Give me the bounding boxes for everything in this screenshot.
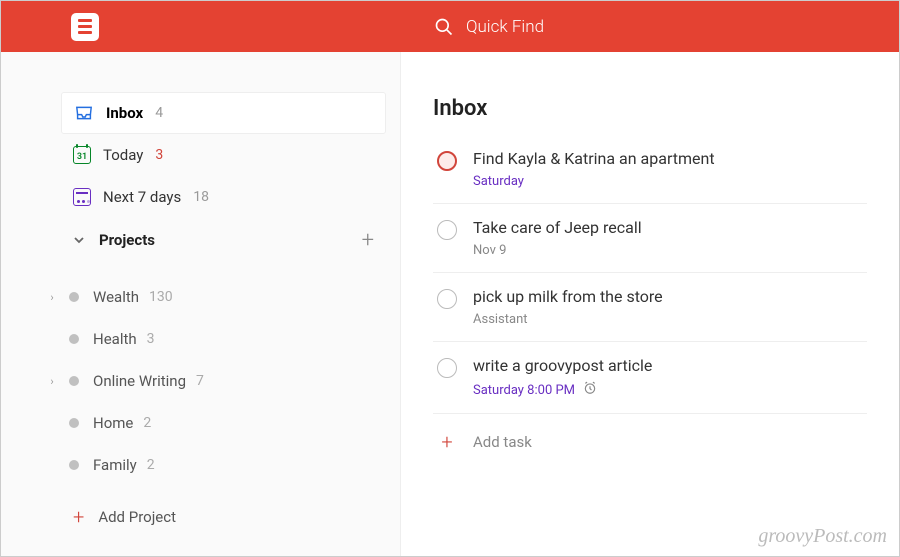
task-due-date: Saturday — [473, 174, 867, 189]
task-checkbox[interactable] — [437, 220, 457, 240]
plus-icon: + — [437, 430, 457, 454]
next-7-days-icon — [73, 188, 91, 206]
search-icon — [434, 17, 454, 37]
view-count: 4 — [155, 105, 163, 121]
project-count: 2 — [143, 415, 151, 431]
view-count: 3 — [155, 147, 163, 163]
watermark: groovyPost.com — [758, 525, 887, 548]
body: Inbox 4 31 Today 3 Next 7 days 18 Projec… — [1, 52, 899, 556]
add-project-label: Add Project — [98, 508, 176, 526]
task-body: write a groovypost article Saturday 8:00… — [473, 356, 867, 399]
view-count: 18 — [193, 189, 209, 205]
sidebar-project-health[interactable]: Health 3 — [45, 318, 386, 360]
project-color-dot — [69, 376, 79, 386]
sidebar-project-online-writing[interactable]: › Online Writing 7 — [45, 360, 386, 402]
view-list: Inbox 4 31 Today 3 Next 7 days 18 — [1, 92, 400, 218]
plus-icon: + — [73, 505, 84, 529]
task-title: pick up milk from the store — [473, 287, 867, 306]
sidebar-project-home[interactable]: Home 2 — [45, 402, 386, 444]
sidebar-project-family[interactable]: Family 2 — [45, 444, 386, 486]
app-window: Quick Find Inbox 4 31 Today 3 Next 7 day… — [0, 0, 900, 557]
task-title: Take care of Jeep recall — [473, 218, 867, 237]
view-label: Next 7 days — [103, 188, 181, 206]
task-due-date: Nov 9 — [473, 243, 867, 258]
task-checkbox[interactable] — [437, 289, 457, 309]
sidebar: Inbox 4 31 Today 3 Next 7 days 18 Projec… — [1, 52, 401, 556]
quick-find-placeholder: Quick Find — [466, 17, 544, 37]
page-title: Inbox — [433, 96, 867, 121]
task-row[interactable]: Take care of Jeep recall Nov 9 — [433, 204, 867, 273]
task-body: Find Kayla & Katrina an apartment Saturd… — [473, 149, 867, 189]
project-color-dot — [69, 460, 79, 470]
project-count: 2 — [147, 457, 155, 473]
task-title: write a groovypost article — [473, 356, 867, 375]
chevron-right-icon[interactable]: › — [45, 375, 59, 388]
chevron-down-icon — [73, 231, 85, 250]
main-content: Inbox Find Kayla & Katrina an apartment … — [401, 52, 899, 556]
project-label: Online Writing — [93, 372, 186, 390]
task-project-tag: Assistant — [473, 312, 867, 327]
app-logo-icon[interactable] — [71, 13, 99, 41]
projects-header[interactable]: Projects + — [1, 218, 400, 262]
task-row[interactable]: write a groovypost article Saturday 8:00… — [433, 342, 867, 414]
task-body: Take care of Jeep recall Nov 9 — [473, 218, 867, 258]
sidebar-project-wealth[interactable]: › Wealth 130 — [45, 276, 386, 318]
project-label: Home — [93, 414, 133, 432]
inbox-icon — [74, 105, 94, 121]
project-label: Family — [93, 456, 137, 474]
project-count: 3 — [147, 331, 155, 347]
project-count: 7 — [196, 373, 204, 389]
chevron-right-icon[interactable]: › — [45, 291, 59, 304]
project-label: Wealth — [93, 288, 139, 306]
project-color-dot — [69, 334, 79, 344]
add-task-button[interactable]: + Add task — [433, 414, 867, 454]
project-color-dot — [69, 418, 79, 428]
add-task-label: Add task — [473, 433, 532, 451]
task-row[interactable]: pick up milk from the store Assistant — [433, 273, 867, 342]
view-label: Inbox — [106, 104, 143, 122]
sidebar-view-inbox[interactable]: Inbox 4 — [61, 92, 386, 134]
project-count: 130 — [149, 289, 173, 305]
projects-header-label: Projects — [99, 231, 362, 249]
quick-find[interactable]: Quick Find — [434, 17, 544, 37]
task-checkbox[interactable] — [437, 151, 457, 171]
task-checkbox[interactable] — [437, 358, 457, 378]
top-bar: Quick Find — [1, 1, 899, 52]
task-body: pick up milk from the store Assistant — [473, 287, 867, 327]
sidebar-view-today[interactable]: 31 Today 3 — [61, 134, 386, 176]
add-project-icon[interactable]: + — [362, 228, 374, 253]
reminder-icon — [583, 381, 597, 399]
sidebar-view-next7days[interactable]: Next 7 days 18 — [61, 176, 386, 218]
task-due-date: Saturday 8:00 PM — [473, 381, 867, 399]
add-project-button[interactable]: + Add Project — [1, 496, 400, 538]
task-row[interactable]: Find Kayla & Katrina an apartment Saturd… — [433, 149, 867, 204]
project-list: › Wealth 130 Health 3 › Online Writing 7 — [1, 262, 400, 486]
project-color-dot — [69, 292, 79, 302]
today-icon: 31 — [73, 146, 91, 164]
task-title: Find Kayla & Katrina an apartment — [473, 149, 867, 168]
view-label: Today — [103, 146, 143, 164]
project-label: Health — [93, 330, 137, 348]
